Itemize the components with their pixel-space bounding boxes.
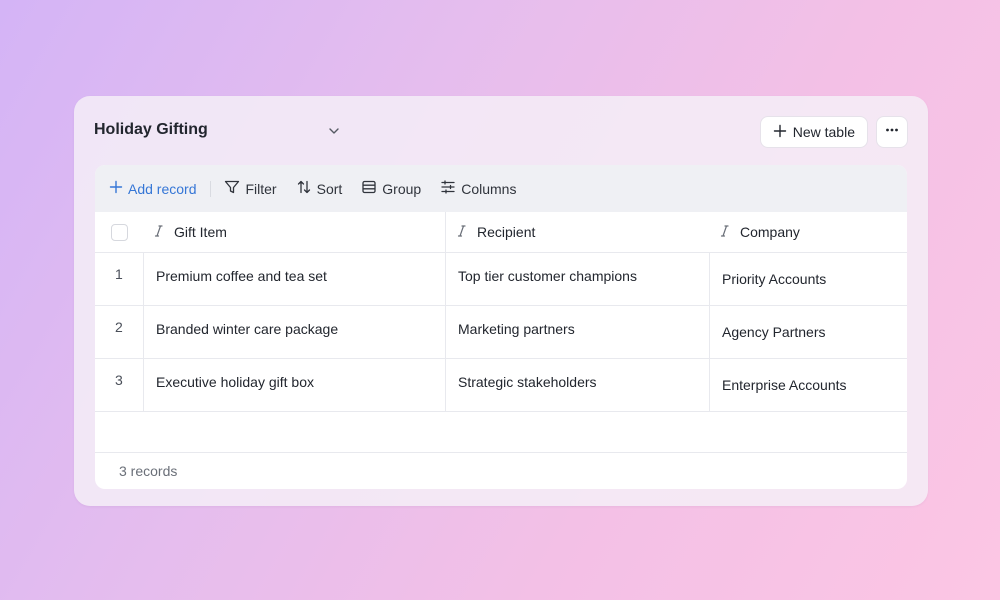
table-row[interactable]: 2 Branded winter care package Marketing … [95,306,907,359]
recipient-cell[interactable]: Top tier customer champions [445,253,709,305]
group-label: Group [382,180,422,197]
gift-item-cell[interactable]: Premium coffee and tea set [143,253,445,305]
data-table: Add record Filter Sort Group Columns Gif… [95,165,907,489]
columns-label: Columns [461,180,517,197]
add-record-label: Add record [128,180,197,197]
company-cell[interactable]: Priority Accounts [709,253,907,305]
company-value: Agency Partners [722,324,826,340]
text-type-icon [455,224,469,241]
column-header-label: Recipient [477,224,536,240]
plus-icon [109,180,123,197]
table-row[interactable]: 3 Executive holiday gift box Strategic s… [95,359,907,412]
select-all-checkbox[interactable] [110,223,128,241]
new-table-button[interactable]: New table [759,116,868,148]
filter-icon [224,179,240,198]
add-record-button[interactable]: Add record [109,180,196,197]
table-row[interactable]: 1 Premium coffee and tea set Top tier cu… [95,253,907,306]
recipient-value: Strategic stakeholders [458,374,597,390]
table-header-row: Gift Item Recipient Company [95,212,907,253]
column-header-label: Company [740,224,800,240]
company-value: Enterprise Accounts [722,377,847,393]
more-options-button[interactable] [876,116,908,148]
card-header: Holiday Gifting New table [94,114,908,148]
gift-item-value: Branded winter care package [156,321,339,337]
filter-button[interactable]: Filter [224,179,277,198]
gift-item-value: Premium coffee and tea set [156,268,327,284]
sort-icon [296,179,312,198]
recipient-value: Marketing partners [458,321,575,337]
row-number-cell: 2 [95,306,143,358]
company-value: Priority Accounts [722,271,827,287]
table-grid: Gift Item Recipient Company 1 Premium co… [95,212,907,489]
table-card: Holiday Gifting New table Add record Fil… [74,96,928,506]
column-header-recipient[interactable]: Recipient [445,212,709,252]
toolbar-divider [210,180,212,197]
record-count: 3 records [119,463,178,479]
row-number: 1 [115,266,123,282]
group-icon [361,179,377,198]
column-header-gift-item[interactable]: Gift Item [143,212,445,252]
gift-item-cell[interactable]: Branded winter care package [143,306,445,358]
columns-button[interactable]: Columns [440,179,516,198]
column-header-label: Gift Item [174,224,227,240]
filter-label: Filter [245,180,277,197]
company-cell[interactable]: Enterprise Accounts [709,359,907,411]
new-table-label: New table [792,124,855,140]
table-title[interactable]: Holiday Gifting [94,121,208,139]
recipient-value: Top tier customer champions [458,268,637,284]
empty-table-area[interactable] [95,412,907,453]
recipient-cell[interactable]: Strategic stakeholders [445,359,709,411]
row-number: 3 [115,372,123,388]
plus-icon [773,124,787,141]
more-horizontal-icon [884,122,900,143]
row-number: 2 [115,319,123,335]
sort-label: Sort [316,180,343,197]
column-header-company[interactable]: Company [709,212,907,252]
gift-item-value: Executive holiday gift box [156,374,314,390]
recipient-cell[interactable]: Marketing partners [445,306,709,358]
row-number-cell: 3 [95,359,143,411]
select-all-cell [95,212,143,252]
sort-button[interactable]: Sort [296,179,343,198]
company-cell[interactable]: Agency Partners [709,306,907,358]
text-type-icon [718,224,732,241]
group-button[interactable]: Group [361,179,421,198]
text-type-icon [152,224,166,241]
chevron-down-icon[interactable] [326,123,342,139]
columns-icon [440,179,456,198]
table-footer: 3 records [95,453,907,489]
gift-item-cell[interactable]: Executive holiday gift box [143,359,445,411]
row-number-cell: 1 [95,253,143,305]
table-toolbar: Add record Filter Sort Group Columns [95,165,907,212]
